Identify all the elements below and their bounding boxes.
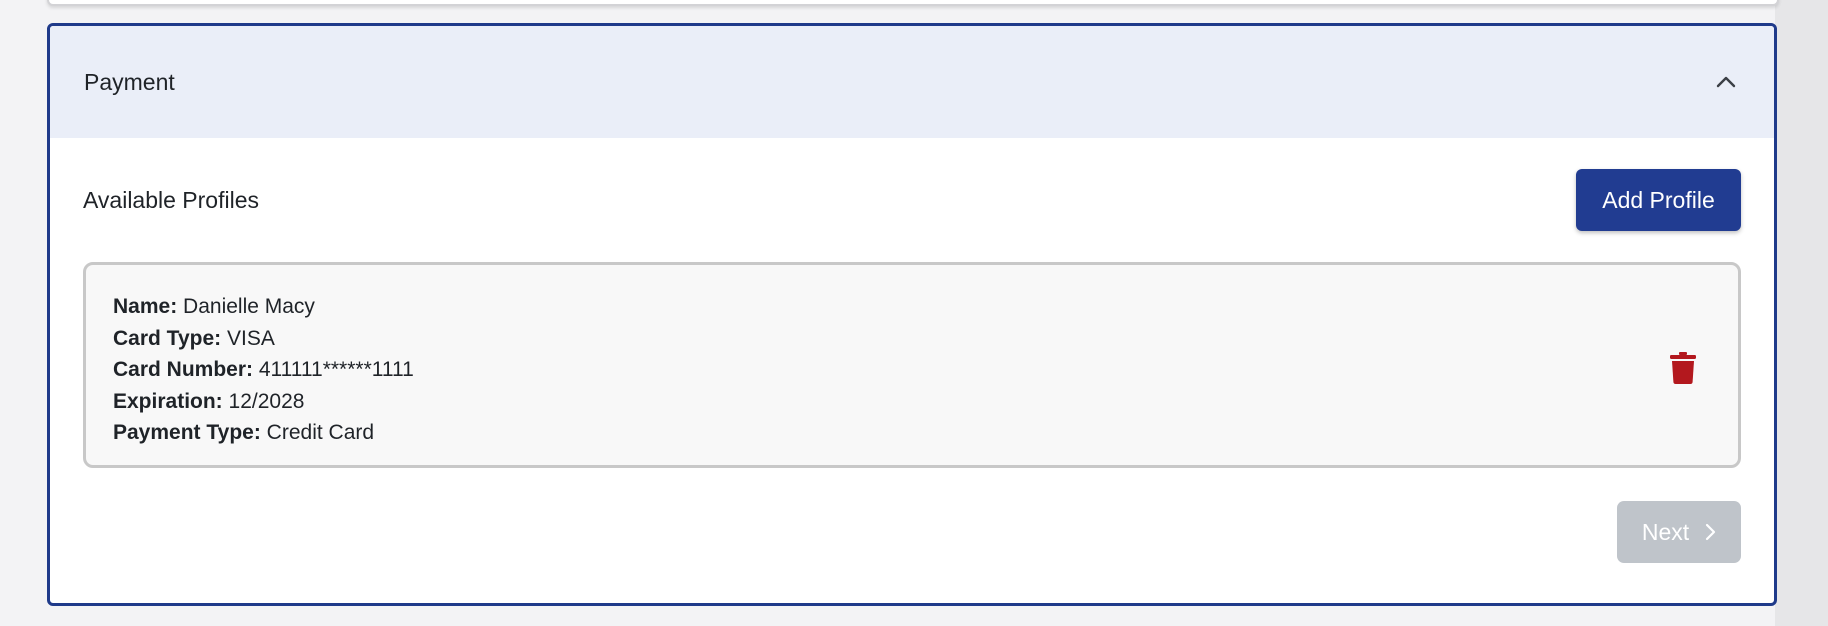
profile-card-number-line: Card Number: 411111******1111 bbox=[113, 354, 1711, 386]
payment-profile-card[interactable]: Name: Danielle Macy Card Type: VISA Card… bbox=[83, 262, 1741, 468]
previous-section-card bbox=[47, 0, 1779, 6]
scrollbar-track[interactable] bbox=[1775, 0, 1828, 626]
footer-actions: Next bbox=[83, 468, 1741, 563]
profile-card-type-value: VISA bbox=[226, 326, 275, 350]
available-profiles-heading: Available Profiles bbox=[83, 186, 260, 213]
delete-profile-button[interactable] bbox=[1668, 351, 1698, 385]
add-profile-button[interactable]: Add Profile bbox=[1576, 169, 1741, 231]
payment-section-header[interactable]: Payment bbox=[50, 26, 1774, 138]
payment-section: Payment Available Profiles Add Profile N… bbox=[47, 23, 1777, 606]
profile-expiration-line: Expiration: 12/2028 bbox=[113, 386, 1711, 418]
profile-expiration-value: 12/2028 bbox=[228, 389, 305, 413]
profile-payment-type-label: Payment Type: bbox=[113, 421, 261, 444]
profile-name-line: Name: Danielle Macy bbox=[113, 291, 1711, 323]
profiles-header-row: Available Profiles Add Profile bbox=[83, 138, 1741, 262]
payment-section-title: Payment bbox=[84, 68, 175, 95]
profile-card-type-line: Card Type: VISA bbox=[113, 323, 1711, 355]
chevron-up-icon[interactable] bbox=[1712, 68, 1740, 96]
next-button[interactable]: Next bbox=[1617, 501, 1741, 563]
payment-section-body: Available Profiles Add Profile Name: Dan… bbox=[50, 138, 1774, 563]
chevron-right-icon bbox=[1706, 523, 1716, 541]
profile-card-number-label: Card Number: bbox=[113, 358, 254, 381]
profile-payment-type-line: Payment Type: Credit Card bbox=[113, 417, 1711, 449]
profile-card-type-label: Card Type: bbox=[113, 326, 222, 350]
profile-name-label: Name: bbox=[113, 295, 178, 318]
profile-payment-type-value: Credit Card bbox=[266, 421, 375, 444]
profile-name-value: Danielle Macy bbox=[183, 295, 315, 318]
profile-card-number-value: 411111******1111 bbox=[258, 358, 414, 381]
profile-expiration-label: Expiration: bbox=[113, 389, 223, 413]
trash-icon bbox=[1670, 352, 1696, 384]
next-button-label: Next bbox=[1641, 518, 1690, 545]
